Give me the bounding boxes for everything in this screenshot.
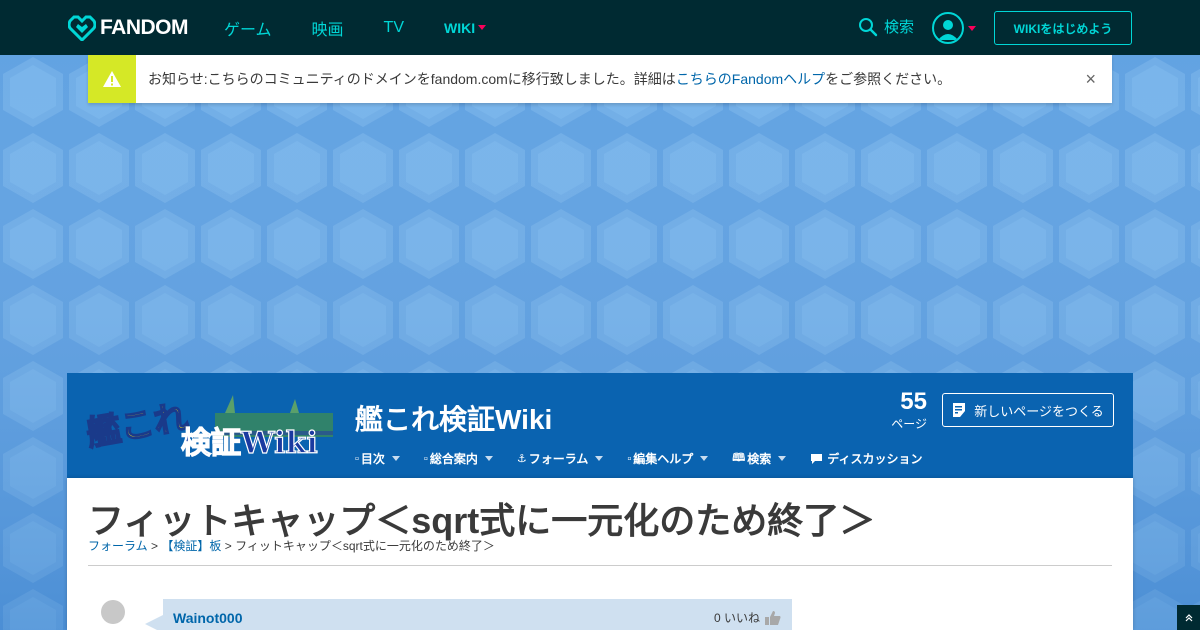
nav-games-label: ゲーム	[224, 21, 272, 39]
global-search[interactable]: 検索	[858, 16, 914, 37]
notice-banner: お知らせ:こちらのコミュニティのドメインをfandom.comに移行致しました。…	[88, 55, 1112, 103]
user-silhouette-icon	[938, 20, 958, 40]
notice-icon-box	[88, 55, 136, 103]
chevron-down-icon	[391, 456, 400, 461]
wiki-nav-guide[interactable]: ▫ 総合案内	[424, 450, 493, 467]
nav-movies-label: 映画	[311, 21, 344, 39]
nav-tv-label: TV	[383, 18, 404, 36]
wiki-local-nav: ▫ 目次 ▫ 総合案内 ⚓ フォーラム ▫ 編集ヘルプ 🕮 検索 ディスカッション	[355, 449, 946, 468]
post-avatar[interactable]	[91, 598, 135, 630]
wiki-nav-guide-label: 総合案内	[429, 452, 478, 466]
wiki-nav-forum-label: フォーラム	[528, 452, 589, 466]
close-icon[interactable]: ×	[1085, 69, 1096, 90]
notice-help-link[interactable]: こちらのFandomヘルプ	[676, 71, 825, 87]
edit-help-icon: ▫	[627, 452, 632, 465]
divider	[88, 565, 1112, 566]
nav-wiki[interactable]: WIKI	[444, 19, 487, 36]
breadcrumb-separator: >	[224, 539, 232, 553]
wiki-nav-edit-help[interactable]: ▫ 編集ヘルプ	[627, 450, 709, 467]
search-label: 検索	[884, 19, 915, 36]
page-content: フィットキャップ＜sqrt式に一元化のため終了＞ フォーラム > 【検証】板 >…	[67, 478, 1133, 630]
global-nav-links: ゲーム 映画 TV WIKI	[224, 0, 487, 55]
post-header: Wainot000 0 いいね	[163, 599, 792, 630]
fandom-logo[interactable]: FANDOM	[68, 14, 189, 42]
notice-text-before: お知らせ:こちらのコミュニティのドメインをfandom.comに移行致しました。…	[148, 71, 676, 87]
chevron-down-icon	[700, 456, 709, 461]
new-page-button[interactable]: 新しいページをつくる	[942, 393, 1114, 427]
wiki-title[interactable]: 艦これ検証Wiki	[355, 398, 552, 438]
nav-games[interactable]: ゲーム	[224, 16, 272, 40]
chevron-down-icon	[778, 456, 787, 461]
wiki-nav-edit-help-label: 編集ヘルプ	[633, 452, 694, 466]
page-count: 55 ページ	[887, 389, 927, 432]
wiki-logo-image: 艦これ 検証Wiki	[83, 395, 333, 462]
avatar-chevron-down-icon[interactable]	[968, 26, 976, 31]
wiki-header: 艦これ 検証Wiki 艦これ検証Wiki 55 ページ 新しいページをつくる ▫…	[67, 373, 1133, 478]
post-username[interactable]: Wainot000	[173, 610, 243, 626]
wiki-nav-discussion[interactable]: ディスカッション	[810, 450, 922, 467]
breadcrumb-current: フィットキャップ＜sqrt式に一元化のため終了＞	[235, 539, 495, 553]
breadcrumb: フォーラム > 【検証】板 > フィットキャップ＜sqrt式に一元化のため終了＞	[88, 537, 495, 554]
page-count-label: ページ	[891, 417, 927, 431]
new-page-label: 新しいページをつくる	[974, 403, 1104, 419]
post-bubble-arrow	[145, 615, 163, 630]
user-avatar-icon[interactable]	[932, 12, 964, 44]
wiki-nav-forum[interactable]: ⚓ フォーラム	[517, 450, 604, 467]
wiki-nav-search[interactable]: 🕮 検索	[732, 449, 787, 468]
wiki-nav-search-label: 検索	[747, 452, 772, 466]
warning-icon	[103, 71, 121, 87]
arrow-up-icon[interactable]	[1177, 605, 1200, 630]
nav-movies[interactable]: 映画	[312, 16, 344, 40]
wiki-nav-discussion-label: ディスカッション	[827, 452, 923, 466]
chevron-down-icon	[595, 456, 604, 461]
wiki-logo[interactable]: 艦これ 検証Wiki	[83, 391, 337, 462]
default-avatar-icon	[101, 600, 125, 624]
anchor-icon: ⚓	[516, 453, 527, 465]
start-wiki-button[interactable]: WIKIをはじめよう	[994, 11, 1132, 45]
book-icon: 🕮	[732, 452, 746, 464]
chevron-down-icon	[478, 25, 487, 30]
wiki-nav-contents-label: 目次	[360, 452, 385, 466]
chevron-down-icon	[484, 456, 493, 461]
start-wiki-label: WIKIをはじめよう	[1013, 21, 1113, 36]
guide-icon: ▫	[423, 452, 428, 465]
chat-bubble-icon	[811, 453, 823, 464]
double-chevron-up-icon	[1185, 613, 1192, 621]
post-likes[interactable]: 0 いいね	[714, 609, 782, 626]
thumbs-up-icon	[765, 610, 781, 625]
fandom-heart-icon	[68, 15, 96, 41]
notice-text-after: をご参照ください。	[825, 71, 952, 87]
like-count: 0 いいね	[713, 611, 760, 625]
fandom-global-nav: FANDOM ゲーム 映画 TV WIKI 検索 WIKIをはじめよう	[0, 0, 1200, 55]
wiki-nav-contents[interactable]: ▫ 目次	[355, 450, 400, 467]
nav-wiki-label: WIKI	[444, 19, 476, 36]
fandom-logo-text: FANDOM	[100, 16, 189, 39]
breadcrumb-forum[interactable]: フォーラム	[88, 539, 148, 553]
contents-icon: ▫	[355, 452, 359, 465]
nav-tv[interactable]: TV	[384, 19, 404, 37]
page-count-number: 55	[900, 388, 927, 415]
notice-text: お知らせ:こちらのコミュニティのドメインをfandom.comに移行致しました。…	[148, 69, 951, 89]
breadcrumb-board[interactable]: 【検証】板	[161, 539, 221, 553]
search-icon	[859, 17, 878, 36]
logo-text-kensho: 検証Wiki	[181, 426, 318, 461]
breadcrumb-separator: >	[150, 539, 158, 553]
document-edit-icon	[953, 403, 966, 417]
logo-text-kancolle: 艦これ	[85, 397, 191, 454]
